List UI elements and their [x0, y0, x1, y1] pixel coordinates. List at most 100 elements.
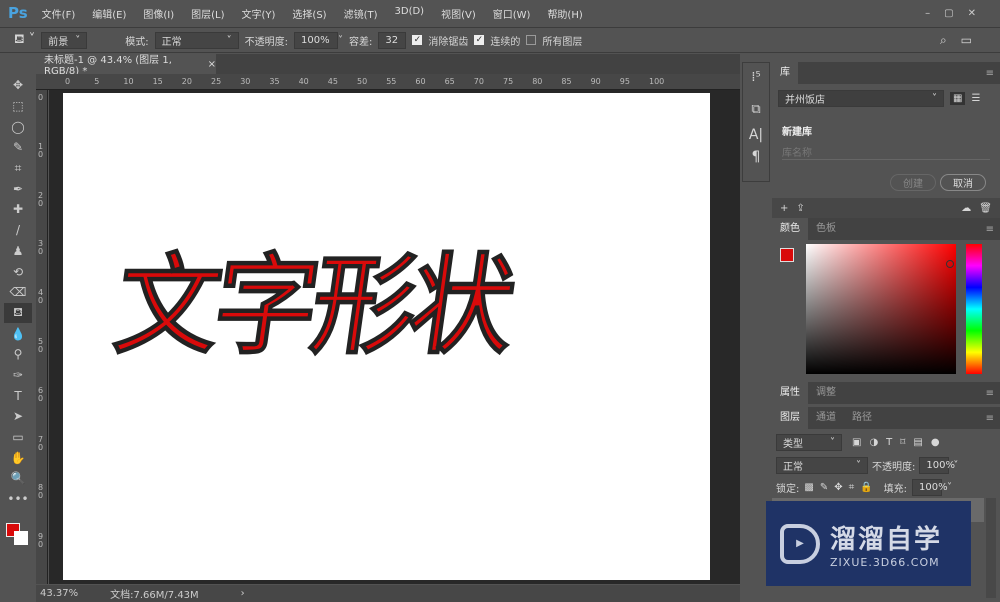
marquee-tool-icon[interactable]: ⬚: [4, 96, 32, 117]
quick-select-tool-icon[interactable]: ✎: [4, 137, 32, 158]
lock-icons[interactable]: ▩✎✥⌗🔒: [804, 482, 878, 493]
tab-adjustments[interactable]: 调整: [808, 382, 844, 404]
creative-cloud-icon[interactable]: ☁: [961, 203, 971, 214]
menu-item[interactable]: 文字(Y): [242, 6, 276, 21]
crop-tool-icon[interactable]: ⌗: [4, 158, 32, 179]
zoom-level[interactable]: 43.37%: [40, 588, 78, 599]
history-brush-tool-icon[interactable]: ⟲: [4, 261, 32, 282]
layer-opacity-value: 100%: [926, 460, 955, 471]
eraser-tool-icon[interactable]: ⌫: [4, 282, 32, 303]
tab-color[interactable]: 颜色: [772, 218, 808, 240]
tab-properties[interactable]: 属性: [772, 382, 808, 404]
grid-view-icon[interactable]: ▦: [950, 92, 966, 105]
contiguous-checkbox[interactable]: ✓: [474, 35, 485, 45]
opacity-input[interactable]: 100%: [294, 31, 339, 49]
fill-source-select[interactable]: 前景 ˅: [41, 31, 88, 49]
pen-tool-icon[interactable]: ✑: [4, 365, 32, 386]
paragraph-icon[interactable]: ¶: [743, 149, 769, 171]
tab-libraries[interactable]: 库: [772, 62, 798, 84]
layer-opacity-label: 不透明度:: [872, 462, 916, 473]
ruler-label: 10: [38, 141, 44, 159]
close-tab-icon[interactable]: ×: [208, 59, 216, 70]
new-library-heading: 新建库: [782, 127, 812, 138]
fill-label: 填充:: [883, 484, 908, 495]
ruler-label: 0: [65, 77, 71, 86]
library-select[interactable]: 并州饭店 ˅: [778, 90, 944, 107]
path-select-tool-icon[interactable]: ➤: [4, 406, 32, 427]
paint-bucket-icon[interactable]: ⛾ ˅: [14, 32, 35, 49]
stamp-tool-icon[interactable]: ♟: [4, 241, 32, 262]
menu-item[interactable]: 图像(I): [143, 6, 174, 21]
paint-bucket-tool-icon[interactable]: ⛾: [4, 302, 32, 324]
dodge-tool-icon[interactable]: ⚲: [4, 344, 32, 365]
all-layers-checkbox[interactable]: [526, 35, 537, 45]
menu-item[interactable]: 滤镜(T): [344, 6, 378, 21]
window-controls[interactable]: –▢✕: [925, 8, 990, 19]
menu-item[interactable]: 文件(F): [42, 6, 76, 21]
layer-opacity-input[interactable]: 100%: [919, 457, 955, 474]
color-field[interactable]: [806, 244, 956, 374]
layer-filter-icons[interactable]: ▣◑T⌑▤●: [852, 437, 948, 448]
ruler-label: 30: [240, 77, 251, 86]
tolerance-label: 容差:: [349, 36, 373, 48]
clone-source-icon[interactable]: ⧉: [743, 93, 769, 127]
color-fg-swatch[interactable]: [780, 248, 794, 262]
library-name-input[interactable]: 库名称: [782, 144, 990, 160]
character-icon[interactable]: A|: [743, 127, 769, 149]
cancel-button[interactable]: 取消: [940, 174, 986, 191]
menu-item[interactable]: 3D(D): [395, 6, 425, 21]
create-button[interactable]: 创建: [890, 174, 936, 191]
history-icon[interactable]: ⁞⁵: [743, 63, 769, 93]
tab-paths[interactable]: 路径: [844, 407, 880, 429]
brush-tool-icon[interactable]: /: [4, 220, 32, 241]
ruler-label: 0: [38, 93, 44, 102]
blur-tool-icon[interactable]: 💧: [4, 323, 32, 344]
list-view-icon[interactable]: ☰: [971, 93, 980, 104]
blend-mode-select[interactable]: 正常 ˅: [776, 457, 868, 474]
trash-icon[interactable]: 🗑: [979, 203, 992, 214]
options-bar: ⛾ ˅ 前景 ˅ 模式: 正常 ˅ 不透明度: 100% ˅ 容差: 32 ✓ 消除锯…: [0, 27, 1000, 53]
add-icon[interactable]: +: [780, 203, 788, 214]
menu-item[interactable]: 编辑(E): [92, 6, 126, 21]
zoom-tool-icon[interactable]: 🔍: [4, 468, 32, 489]
layers-scrollbar[interactable]: [986, 498, 996, 598]
antialias-checkbox[interactable]: ✓: [412, 35, 423, 45]
menu-item[interactable]: 图层(L): [191, 6, 224, 21]
hand-tool-icon[interactable]: ✋: [4, 447, 32, 468]
type-tool-icon[interactable]: T: [4, 385, 32, 406]
lasso-tool-icon[interactable]: ◯: [4, 116, 32, 137]
search-icon[interactable]: ⌕▭: [940, 33, 986, 48]
panel-menu-icon[interactable]: ≡: [986, 68, 994, 79]
background-color-swatch[interactable]: [14, 531, 28, 545]
upload-icon[interactable]: ⇪: [796, 203, 804, 214]
rectangle-tool-icon[interactable]: ▭: [4, 427, 32, 448]
more-tool-icon[interactable]: •••: [4, 489, 32, 510]
layer-filter-select[interactable]: 类型 ˅: [776, 434, 842, 451]
vertical-ruler[interactable]: 0 10 20 30 40 50 60 70 80 90: [36, 90, 48, 584]
layer-filter-value: 类型: [783, 439, 803, 450]
menu-item[interactable]: 帮助(H): [547, 6, 582, 21]
opacity-value: 100%: [301, 34, 330, 46]
mode-select[interactable]: 正常 ˅: [154, 31, 239, 49]
status-menu-arrow[interactable]: ›: [241, 588, 245, 599]
horizontal-ruler[interactable]: 0 5 10 15 20 25 30 35 40 45 50 55 60 65 70 75 80 85 90 95 10…: [36, 74, 740, 90]
ruler-label: 30: [38, 239, 44, 257]
document-tab[interactable]: 未标题-1 @ 43.4% (图层 1, RGB/8) * ×: [36, 54, 216, 77]
doc-size: 文档:7.66M/7.43M: [110, 590, 199, 601]
menu-item[interactable]: 选择(S): [292, 6, 326, 21]
ruler-label: 85: [561, 77, 572, 86]
eyedropper-tool-icon[interactable]: ✒: [4, 178, 32, 199]
tab-swatches[interactable]: 色板: [808, 218, 844, 240]
healing-tool-icon[interactable]: ✚: [4, 199, 32, 220]
menu-item[interactable]: 视图(V): [441, 6, 476, 21]
ruler-label: 60: [38, 385, 44, 403]
tab-layers[interactable]: 图层: [772, 407, 808, 429]
opacity-label: 不透明度:: [244, 36, 289, 48]
tab-channels[interactable]: 通道: [808, 407, 844, 429]
hue-slider[interactable]: [966, 244, 982, 374]
menu-item[interactable]: 窗口(W): [493, 6, 531, 21]
library-name: 并州饭店: [785, 95, 825, 106]
tolerance-input[interactable]: 32: [378, 31, 407, 49]
fill-input[interactable]: 100%: [912, 479, 948, 496]
move-tool-icon[interactable]: ✥: [4, 75, 32, 96]
